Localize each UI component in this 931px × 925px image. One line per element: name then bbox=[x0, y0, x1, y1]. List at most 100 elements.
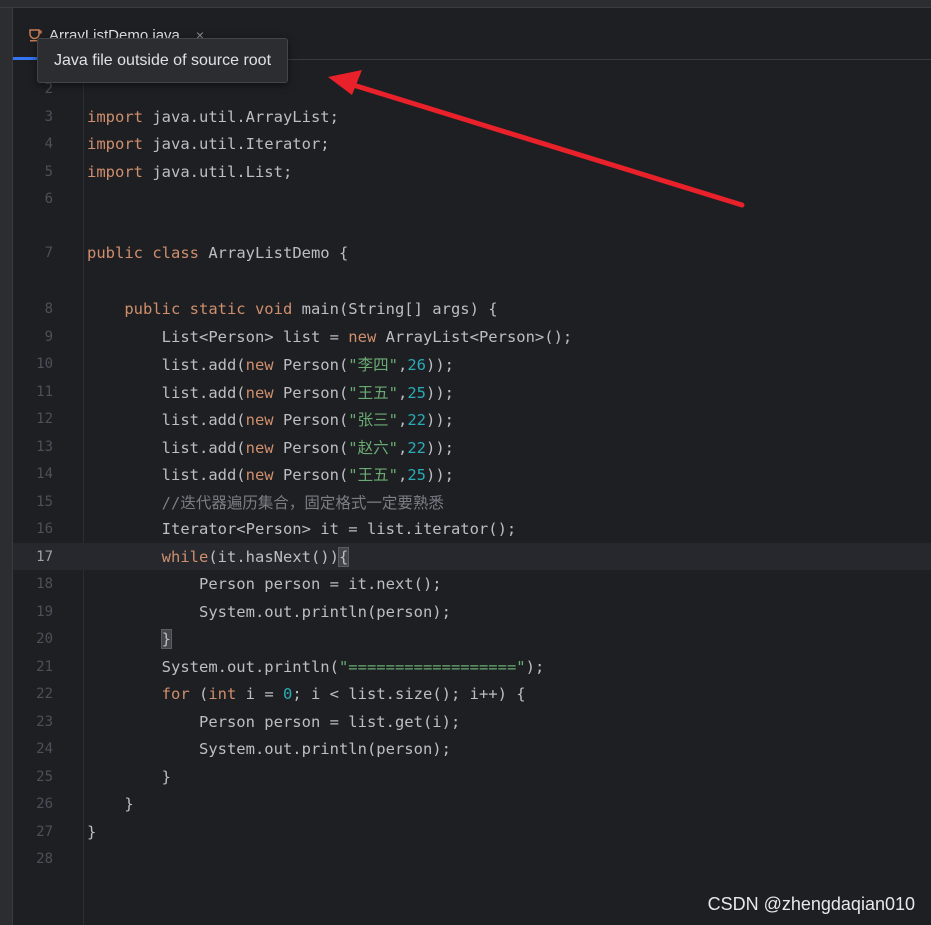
code-token: Person( bbox=[273, 355, 349, 374]
code-line[interactable]: 15 //迭代器遍历集合，固定格式一定要熟悉 bbox=[13, 488, 931, 515]
code-token: "==================" bbox=[338, 657, 526, 676]
code-line[interactable]: 20 } bbox=[13, 625, 931, 652]
line-number: 6 bbox=[44, 190, 53, 207]
code-line[interactable]: 7 public class ArrayListDemo { bbox=[13, 239, 931, 266]
code-token: 26 bbox=[407, 355, 426, 374]
code-editor[interactable]: 2 3 import java.util.ArrayList; 4 import jav… bbox=[13, 60, 931, 925]
code-token: "王五" bbox=[348, 465, 398, 484]
line-number: 11 bbox=[36, 383, 53, 400]
code-token: 22 bbox=[407, 410, 426, 429]
top-toolbar-strip bbox=[0, 0, 931, 8]
code-text: for (int i = 0; i < list.size(); i++) { bbox=[87, 685, 526, 703]
code-token: import bbox=[87, 162, 153, 181]
code-line[interactable]: 14 list.add(new Person("王五",25)); bbox=[13, 460, 931, 487]
code-token: java.util.ArrayList; bbox=[152, 107, 339, 126]
code-token: int bbox=[208, 684, 237, 703]
code-text: public static void main(String[] args) { bbox=[87, 299, 497, 318]
code-line[interactable]: 21 System.out.println("=================… bbox=[13, 653, 931, 680]
code-token: new bbox=[245, 383, 274, 402]
code-token: list.add( bbox=[87, 438, 246, 457]
code-line[interactable]: 25 } bbox=[13, 763, 931, 790]
code-text: } bbox=[87, 628, 173, 649]
code-line[interactable]: 26 } bbox=[13, 790, 931, 817]
code-token: System.out.println(person); bbox=[87, 602, 451, 621]
line-number: 22 bbox=[36, 685, 53, 702]
code-token: } bbox=[87, 794, 134, 813]
code-token: java.util.List; bbox=[152, 162, 293, 181]
line-number: 27 bbox=[36, 823, 53, 840]
code-token: } bbox=[160, 628, 173, 649]
line-number: 7 bbox=[44, 244, 53, 261]
code-line[interactable]: 11 list.add(new Person("王五",25)); bbox=[13, 378, 931, 405]
code-text: while(it.hasNext()){ bbox=[87, 546, 350, 567]
code-token: public static void bbox=[124, 299, 302, 318]
line-number: 28 bbox=[36, 850, 53, 867]
line-number: 15 bbox=[36, 493, 53, 510]
code-line[interactable]: 6 bbox=[13, 185, 931, 212]
code-line[interactable]: 12 list.add(new Person("张三",22)); bbox=[13, 405, 931, 432]
code-text: Person person = list.get(i); bbox=[87, 713, 460, 731]
code-line[interactable]: 24 System.out.println(person); bbox=[13, 735, 931, 762]
code-line[interactable]: 18 Person person = it.next(); bbox=[13, 570, 931, 597]
code-line[interactable]: 13 list.add(new Person("赵六",22)); bbox=[13, 433, 931, 460]
left-tool-strip bbox=[0, 8, 13, 925]
code-token: Person( bbox=[273, 383, 349, 402]
line-number: 12 bbox=[36, 410, 53, 427]
code-text: } bbox=[87, 823, 96, 841]
code-line[interactable]: 16 Iterator<Person> it = list.iterator()… bbox=[13, 515, 931, 542]
code-token: 22 bbox=[407, 438, 426, 457]
code-token: import bbox=[87, 134, 153, 153]
code-token: "张三" bbox=[348, 410, 398, 429]
code-token: , bbox=[397, 438, 408, 457]
line-number: 26 bbox=[36, 795, 53, 812]
code-token: )); bbox=[425, 410, 454, 429]
line-number: 13 bbox=[36, 438, 53, 455]
tooltip-text: Java file outside of source root bbox=[54, 51, 272, 69]
code-line[interactable]: 27} bbox=[13, 818, 931, 845]
line-number: 19 bbox=[36, 603, 53, 620]
line-number: 20 bbox=[36, 630, 53, 647]
code-text: list.add(new Person("王五",25)); bbox=[87, 463, 454, 485]
code-token: //迭代器遍历集合，固定格式一定要熟悉 bbox=[161, 493, 444, 512]
code-text: //迭代器遍历集合，固定格式一定要熟悉 bbox=[87, 491, 444, 513]
code-token: , bbox=[397, 383, 408, 402]
code-token: new bbox=[245, 465, 274, 484]
code-token: Person person = it.next(); bbox=[87, 574, 442, 593]
code-line[interactable]: 17 while(it.hasNext()){ bbox=[13, 543, 931, 570]
line-number: 16 bbox=[36, 520, 53, 537]
code-line[interactable]: 10 list.add(new Person("李四",26)); bbox=[13, 350, 931, 377]
code-token: for bbox=[161, 684, 190, 703]
code-token: "王五" bbox=[348, 383, 398, 402]
code-token: list.add( bbox=[87, 410, 246, 429]
code-token: Person person = list.get(i); bbox=[87, 712, 461, 731]
code-token: List<Person> list = bbox=[87, 327, 349, 346]
code-token: ArrayList<Person>(); bbox=[376, 327, 573, 346]
code-token: ; i < list.size(); i++) { bbox=[292, 684, 526, 703]
line-number: 5 bbox=[44, 163, 53, 180]
line-number: 3 bbox=[44, 108, 53, 125]
code-line[interactable]: 19 System.out.println(person); bbox=[13, 598, 931, 625]
code-line[interactable]: 8 public static void main(String[] args)… bbox=[13, 295, 931, 322]
code-token: ArrayListDemo { bbox=[208, 243, 349, 262]
code-line[interactable]: 9 List<Person> list = new ArrayList<Pers… bbox=[13, 323, 931, 350]
code-line[interactable]: 22 for (int i = 0; i < list.size(); i++)… bbox=[13, 680, 931, 707]
watermark: CSDN @zhengdaqian010 bbox=[707, 894, 915, 914]
code-text: import java.util.ArrayList; bbox=[87, 108, 339, 126]
code-line[interactable]: 23 Person person = list.get(i); bbox=[13, 708, 931, 735]
code-line[interactable]: 3 import java.util.ArrayList; bbox=[13, 103, 931, 130]
line-number: 18 bbox=[36, 575, 53, 592]
code-line[interactable]: 5 import java.util.List; bbox=[13, 158, 931, 185]
line-number: 24 bbox=[36, 740, 53, 757]
code-token: new bbox=[348, 327, 377, 346]
code-token: Person( bbox=[273, 410, 349, 429]
code-line[interactable]: 28 bbox=[13, 845, 931, 872]
code-token: System.out.println(person); bbox=[87, 739, 451, 758]
code-text: list.add(new Person("张三",22)); bbox=[87, 408, 454, 430]
line-number: 8 bbox=[44, 300, 53, 317]
code-token: new bbox=[245, 410, 274, 429]
code-line[interactable]: 4 import java.util.Iterator; bbox=[13, 130, 931, 157]
code-text: Iterator<Person> it = list.iterator(); bbox=[87, 520, 517, 538]
code-token: java.util.Iterator; bbox=[152, 134, 330, 153]
line-number: 23 bbox=[36, 713, 53, 730]
code-token: } bbox=[87, 822, 97, 841]
